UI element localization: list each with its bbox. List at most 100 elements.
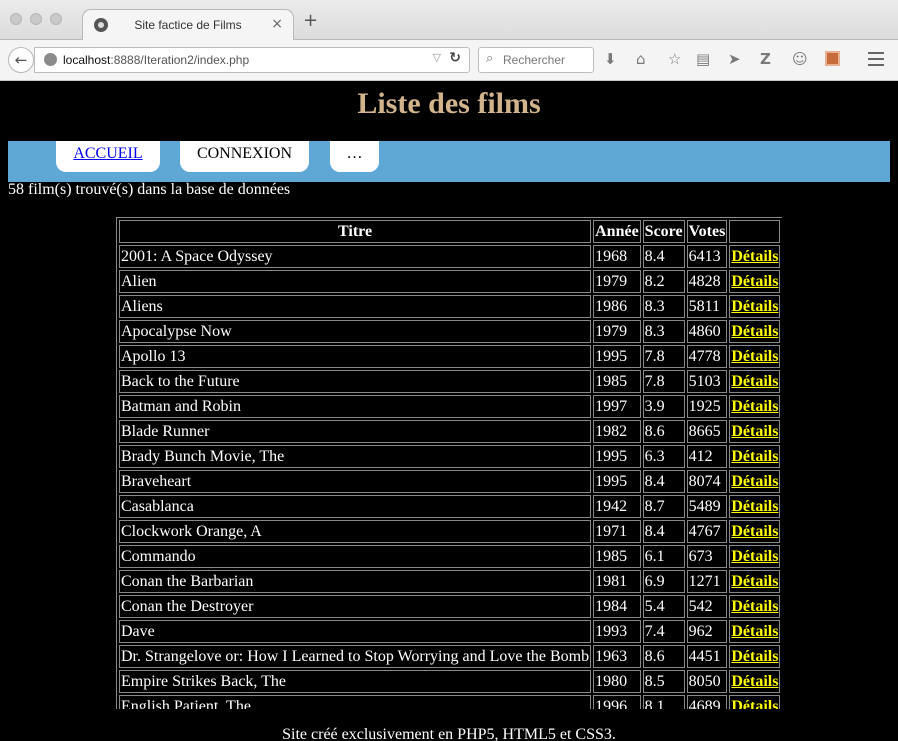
table-row: English Patient, The 1996 8.1 4689 Détails: [119, 695, 781, 710]
film-score: 8.2: [642, 270, 685, 293]
film-title: Braveheart: [119, 470, 592, 493]
results-count: 58 film(s) trouvé(s) dans la base de don…: [8, 181, 291, 198]
film-year: 1971: [593, 520, 641, 543]
film-title: Apollo 13: [119, 345, 592, 368]
details-link[interactable]: Détails: [731, 373, 778, 390]
film-score: 8.1: [642, 695, 685, 709]
film-votes: 1271: [686, 570, 728, 593]
film-score: 3.9: [642, 395, 685, 418]
film-year: 1995: [593, 445, 641, 468]
film-score: 8.5: [642, 670, 685, 693]
film-title: Dr. Strangelove or: How I Learned to Sto…: [119, 645, 592, 668]
details-cell: Détails: [729, 545, 781, 568]
film-title: Blade Runner: [119, 420, 592, 443]
table-row: Clockwork Orange, A 1971 8.4 4767 Détails: [119, 520, 781, 543]
details-link[interactable]: Détails: [731, 623, 778, 640]
url-text[interactable]: localhost:8888/Iteration2/index.php: [63, 53, 249, 67]
film-votes: 8074: [686, 470, 728, 493]
details-cell: Détails: [729, 295, 781, 318]
zoom-window-button[interactable]: [50, 13, 62, 25]
menu-connexion[interactable]: CONNEXION: [180, 141, 309, 172]
reload-icon[interactable]: ↻: [449, 50, 461, 66]
table-row: Casablanca 1942 8.7 5489 Détails: [119, 495, 781, 518]
extension-icon[interactable]: [825, 51, 840, 66]
tab-close-icon[interactable]: ×: [271, 16, 283, 32]
browser-toolbar: ← localhost:8888/Iteration2/index.php ▽ …: [0, 40, 898, 81]
menu-accueil-link[interactable]: ACCUEIL: [56, 141, 160, 172]
search-placeholder: Rechercher: [503, 53, 566, 67]
film-score: 8.7: [642, 495, 685, 518]
table-header-row: Titre Année Score Votes: [119, 220, 781, 243]
table-row: Apollo 13 1995 7.8 4778 Détails: [119, 345, 781, 368]
details-link[interactable]: Détails: [731, 648, 778, 665]
menu-more[interactable]: …: [330, 141, 379, 172]
header-score: Score: [642, 220, 685, 243]
minimize-window-button[interactable]: [30, 13, 42, 25]
table-row: Conan the Destroyer 1984 5.4 542 Détails: [119, 595, 781, 618]
details-cell: Détails: [729, 620, 781, 643]
details-link[interactable]: Détails: [731, 348, 778, 365]
details-link[interactable]: Détails: [731, 323, 778, 340]
details-link[interactable]: Détails: [731, 448, 778, 465]
film-votes: 8665: [686, 420, 728, 443]
film-title: Dave: [119, 620, 592, 643]
film-title: English Patient, The: [119, 695, 592, 709]
new-tab-button[interactable]: +: [303, 12, 318, 30]
download-icon[interactable]: ⬇: [604, 51, 617, 67]
zotero-icon[interactable]: Z: [760, 51, 771, 67]
header-annee: Année: [593, 220, 641, 243]
details-link[interactable]: Détails: [731, 423, 778, 440]
details-cell: Détails: [729, 670, 781, 693]
film-title: Alien: [119, 270, 592, 293]
details-link[interactable]: Détails: [731, 573, 778, 590]
details-link[interactable]: Détails: [731, 473, 778, 490]
film-score: 8.3: [642, 295, 685, 318]
film-year: 1963: [593, 645, 641, 668]
details-link[interactable]: Détails: [731, 298, 778, 315]
bookmark-star-icon[interactable]: ☆: [668, 51, 681, 67]
film-year: 1942: [593, 495, 641, 518]
film-votes: 5489: [686, 495, 728, 518]
site-menu: ACCUEIL CONNEXION …: [8, 141, 890, 182]
search-icon: ⌕: [486, 51, 494, 66]
film-title: Conan the Barbarian: [119, 570, 592, 593]
details-link[interactable]: Détails: [731, 548, 778, 565]
details-link[interactable]: Détails: [731, 498, 778, 515]
film-score: 5.4: [642, 595, 685, 618]
film-votes: 962: [686, 620, 728, 643]
smiley-icon[interactable]: ☺: [792, 51, 808, 67]
film-votes: 4860: [686, 320, 728, 343]
details-link[interactable]: Détails: [731, 523, 778, 540]
send-icon[interactable]: ➤: [728, 51, 741, 67]
details-link[interactable]: Détails: [731, 273, 778, 290]
film-year: 1982: [593, 420, 641, 443]
film-votes: 4689: [686, 695, 728, 709]
browser-tab[interactable]: Site factice de Films ×: [82, 9, 294, 40]
table-row: Aliens 1986 8.3 5811 Détails: [119, 295, 781, 318]
back-button[interactable]: ←: [8, 47, 34, 73]
film-title: Empire Strikes Back, The: [119, 670, 592, 693]
search-field[interactable]: ⌕ Rechercher: [478, 47, 594, 73]
details-link[interactable]: Détails: [731, 598, 778, 615]
page-title: Liste des films: [357, 87, 541, 120]
table-row: 2001: A Space Odyssey 1968 8.4 6413 Détails: [119, 245, 781, 268]
details-link[interactable]: Détails: [731, 673, 778, 690]
window-titlebar: Site factice de Films × +: [0, 0, 898, 40]
address-bar[interactable]: localhost:8888/Iteration2/index.php ▽ ↻: [34, 47, 470, 73]
film-score: 8.3: [642, 320, 685, 343]
details-link[interactable]: Détails: [731, 248, 778, 265]
hamburger-menu-icon[interactable]: [868, 52, 884, 70]
reading-list-icon[interactable]: ▤: [696, 51, 710, 67]
close-window-button[interactable]: [10, 13, 22, 25]
film-votes: 1925: [686, 395, 728, 418]
details-cell: Détails: [729, 270, 781, 293]
details-link[interactable]: Détails: [731, 698, 778, 710]
home-icon[interactable]: ⌂: [636, 51, 646, 67]
film-score: 7.8: [642, 370, 685, 393]
details-link[interactable]: Détails: [731, 398, 778, 415]
film-year: 1985: [593, 370, 641, 393]
table-row: Blade Runner 1982 8.6 8665 Détails: [119, 420, 781, 443]
table-row: Batman and Robin 1997 3.9 1925 Détails: [119, 395, 781, 418]
table-row: Commando 1985 6.1 673 Détails: [119, 545, 781, 568]
url-dropdown-icon[interactable]: ▽: [433, 51, 441, 64]
